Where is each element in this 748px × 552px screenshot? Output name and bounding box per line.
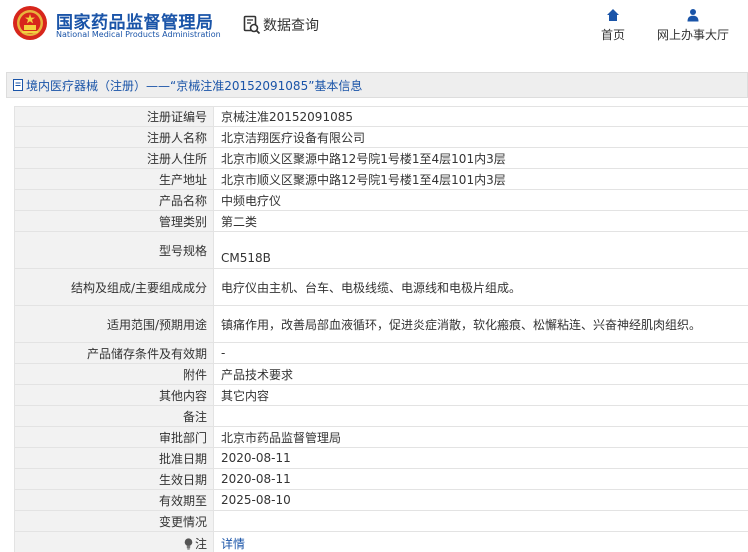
field-value xyxy=(213,511,748,531)
field-value xyxy=(213,406,748,426)
field-label: 产品名称 xyxy=(15,190,213,210)
home-label: 首页 xyxy=(601,28,626,42)
field-value: 北京市药品监督管理局 xyxy=(213,427,748,447)
field-label: 其他内容 xyxy=(15,385,213,405)
note-label-text: 注 xyxy=(194,537,207,551)
table-row: 附件 产品技术要求 xyxy=(14,364,748,385)
table-row: 型号规格 CM518B xyxy=(14,232,748,269)
document-icon xyxy=(13,79,23,91)
field-value: 2020-08-11 xyxy=(213,448,748,468)
field-value: 北京市顺义区聚源中路12号院1号楼1至4层101内3层 xyxy=(213,169,748,189)
table-row: 生效日期 2020-08-11 xyxy=(14,469,748,490)
field-label: 批准日期 xyxy=(15,448,213,468)
table-row: 备注 xyxy=(14,406,748,427)
field-label: 产品储存条件及有效期 xyxy=(15,343,213,363)
field-label: 变更情况 xyxy=(15,511,213,531)
table-row: 生产地址 北京市顺义区聚源中路12号院1号楼1至4层101内3层 xyxy=(14,169,748,190)
table-row: 产品储存条件及有效期 - xyxy=(14,343,748,364)
field-value: 中频电疗仪 xyxy=(213,190,748,210)
field-label: 审批部门 xyxy=(15,427,213,447)
field-value: - xyxy=(213,343,748,363)
online-hall-label: 网上办事大厅 xyxy=(657,28,730,42)
site-header: 国家药品监督管理局 National Medical Products Admi… xyxy=(0,0,748,56)
table-row: 适用范围/预期用途 镇痛作用，改善局部血液循环，促进炎症消散，软化瘢痕、松懈粘连… xyxy=(14,306,748,343)
field-label: 型号规格 xyxy=(15,232,213,268)
field-label: 附件 xyxy=(15,364,213,384)
table-row: 管理类别 第二类 xyxy=(14,211,748,232)
field-value: 详情 xyxy=(213,532,748,552)
table-row: 结构及组成/主要组成成分 电疗仪由主机、台车、电极线缆、电源线和电极片组成。 xyxy=(14,269,748,306)
field-value: CM518B xyxy=(213,232,748,268)
detail-title: 境内医疗器械（注册）——“京械注准20152091085”基本信息 xyxy=(26,78,363,93)
table-row: 变更情况 xyxy=(14,511,748,532)
table-row: 产品名称 中频电疗仪 xyxy=(14,190,748,211)
note-label: 注 xyxy=(15,532,213,552)
national-emblem-icon xyxy=(13,6,47,40)
table-row: 注 详情 xyxy=(14,532,748,552)
table-row: 有效期至 2025-08-10 xyxy=(14,490,748,511)
field-label: 注册人住所 xyxy=(15,148,213,168)
table-row: 注册证编号 京械注准20152091085 xyxy=(14,106,748,127)
field-label: 备注 xyxy=(15,406,213,426)
field-value: 2025-08-10 xyxy=(213,490,748,510)
field-label: 注册证编号 xyxy=(15,107,213,126)
field-value: 2020-08-11 xyxy=(213,469,748,489)
brand-subtitle: National Medical Products Administration xyxy=(56,30,221,39)
table-row: 其他内容 其它内容 xyxy=(14,385,748,406)
data-query-link[interactable]: 数据查询 xyxy=(243,14,319,36)
registration-info-table: 注册证编号 京械注准20152091085 注册人名称 北京洁翔医疗设备有限公司… xyxy=(14,106,748,552)
field-label: 管理类别 xyxy=(15,211,213,231)
lightbulb-icon xyxy=(184,537,193,550)
field-value: 镇痛作用，改善局部血液循环，促进炎症消散，软化瘢痕、松懈粘连、兴奋神经肌肉组织。 xyxy=(213,306,748,342)
table-row: 批准日期 2020-08-11 xyxy=(14,448,748,469)
field-value: 京械注准20152091085 xyxy=(213,107,748,126)
field-label: 有效期至 xyxy=(15,490,213,510)
details-link[interactable]: 详情 xyxy=(221,535,245,552)
field-value: 北京市顺义区聚源中路12号院1号楼1至4层101内3层 xyxy=(213,148,748,168)
table-row: 注册人住所 北京市顺义区聚源中路12号院1号楼1至4层101内3层 xyxy=(14,148,748,169)
home-button[interactable]: 首页 xyxy=(601,8,625,43)
table-row: 注册人名称 北京洁翔医疗设备有限公司 xyxy=(14,127,748,148)
field-value: 其它内容 xyxy=(213,385,748,405)
field-label: 生产地址 xyxy=(15,169,213,189)
table-row: 审批部门 北京市药品监督管理局 xyxy=(14,427,748,448)
field-value: 电疗仪由主机、台车、电极线缆、电源线和电极片组成。 xyxy=(213,269,748,305)
detail-title-bar: 境内医疗器械（注册）——“京械注准20152091085”基本信息 xyxy=(6,72,748,98)
online-hall-button[interactable]: 网上办事大厅 xyxy=(657,8,729,43)
field-label: 生效日期 xyxy=(15,469,213,489)
field-value: 第二类 xyxy=(213,211,748,231)
field-value: 产品技术要求 xyxy=(213,364,748,384)
home-icon xyxy=(607,9,619,21)
user-icon xyxy=(687,9,699,22)
field-label: 适用范围/预期用途 xyxy=(15,306,213,342)
field-label: 注册人名称 xyxy=(15,127,213,147)
search-doc-icon xyxy=(243,15,261,35)
field-label: 结构及组成/主要组成成分 xyxy=(15,269,213,305)
field-value: 北京洁翔医疗设备有限公司 xyxy=(213,127,748,147)
data-query-label: 数据查询 xyxy=(263,18,319,34)
